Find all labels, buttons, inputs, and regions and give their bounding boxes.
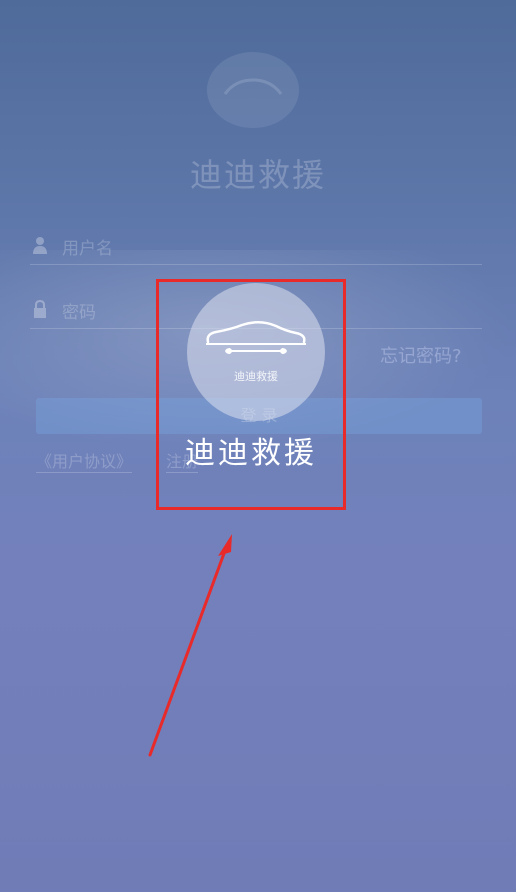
lock-icon <box>34 300 46 318</box>
bg-app-title: 迪迪救援 <box>189 156 326 194</box>
user-agreement-link[interactable]: 《用户协议》 <box>36 448 133 473</box>
highlight-box <box>156 279 346 510</box>
username-field[interactable]: 用户名 <box>30 228 482 265</box>
password-placeholder: 密码 <box>62 303 96 323</box>
forgot-password-link[interactable]: 忘记密码? <box>380 342 462 368</box>
user-icon <box>33 237 47 254</box>
bg-car-logo-icon <box>207 52 299 128</box>
username-placeholder: 用户名 <box>62 239 113 259</box>
